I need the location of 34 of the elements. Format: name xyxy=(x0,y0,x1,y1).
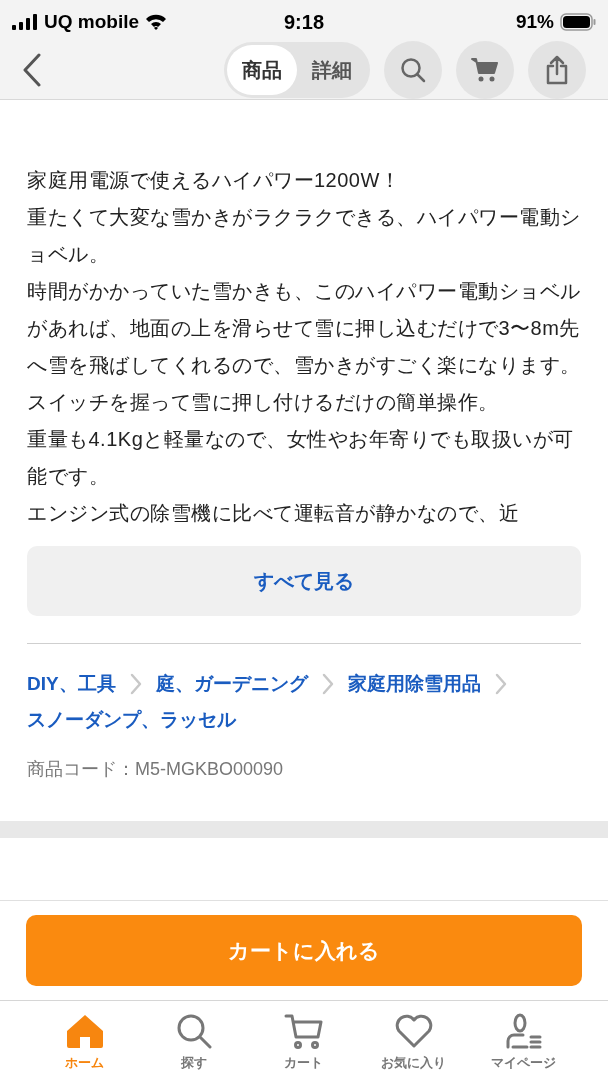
description-paragraph: エンジン式の除雪機に比べて運転音が静かなので、近 xyxy=(27,501,520,526)
description-paragraph: 重量も4.1Kgと軽量なので、女性やお年寄りでも取扱いが可能です。 xyxy=(27,427,575,489)
breadcrumb-link[interactable]: DIY、工具 xyxy=(27,668,116,700)
battery-percentage: 91% xyxy=(515,9,554,34)
tab-bar-item[interactable]: お気に入り xyxy=(368,1013,459,1080)
description-paragraph: 時間がかかっていた雪かきも、このハイパワー電動ショベルがあれば、地面の上を滑らせて雪に押し込むだけで3〜8m先へ雪を飛ばしてくれるので、雪かきがすごく楽になります。 xyxy=(27,279,581,378)
segment-tab[interactable]: 詳細 xyxy=(297,44,367,95)
cart-icon xyxy=(471,56,499,83)
segment-tab[interactable]: 商品 xyxy=(227,44,297,95)
chevron-right-icon xyxy=(321,673,334,695)
tab-bar-item[interactable]: マイページ xyxy=(478,1013,569,1080)
tab-bar-item[interactable]: カート xyxy=(259,1013,349,1080)
home-icon xyxy=(64,1013,105,1049)
breadcrumb-link[interactable]: 家庭用除雪用品 xyxy=(347,668,481,700)
carrier-name: UQ mobile xyxy=(44,9,139,34)
chevron-right-icon xyxy=(494,673,507,695)
battery-icon xyxy=(560,13,596,31)
tab-bar-item[interactable]: 探す xyxy=(149,1013,240,1080)
description-paragraph: 家庭用電源で使えるハイパワー1200W！ xyxy=(27,168,402,193)
chevron-right-icon xyxy=(129,673,142,695)
cart-icon xyxy=(284,1013,324,1049)
heart-icon xyxy=(393,1013,434,1049)
see-all-button[interactable]: すべて見る xyxy=(27,546,581,616)
description-paragraph: スイッチを握って雪に押し付けるだけの簡単操作。 xyxy=(27,390,500,415)
search-icon xyxy=(175,1013,214,1049)
description-paragraph: 重たくて大変な雪かきがラクラクできる、ハイパワー電動ショベル。 xyxy=(27,205,581,267)
wifi-icon xyxy=(145,14,167,30)
search-icon xyxy=(400,56,426,83)
status-time: 9:18 xyxy=(284,10,324,35)
share-icon xyxy=(545,54,569,85)
product-code: 商品コード：M5-MGKBO00090 xyxy=(27,758,285,781)
signal-icon xyxy=(12,14,38,30)
breadcrumb-link[interactable]: スノーダンプ、ラッセル xyxy=(27,704,236,736)
breadcrumb-link[interactable]: 庭、ガーデニング xyxy=(155,668,308,700)
